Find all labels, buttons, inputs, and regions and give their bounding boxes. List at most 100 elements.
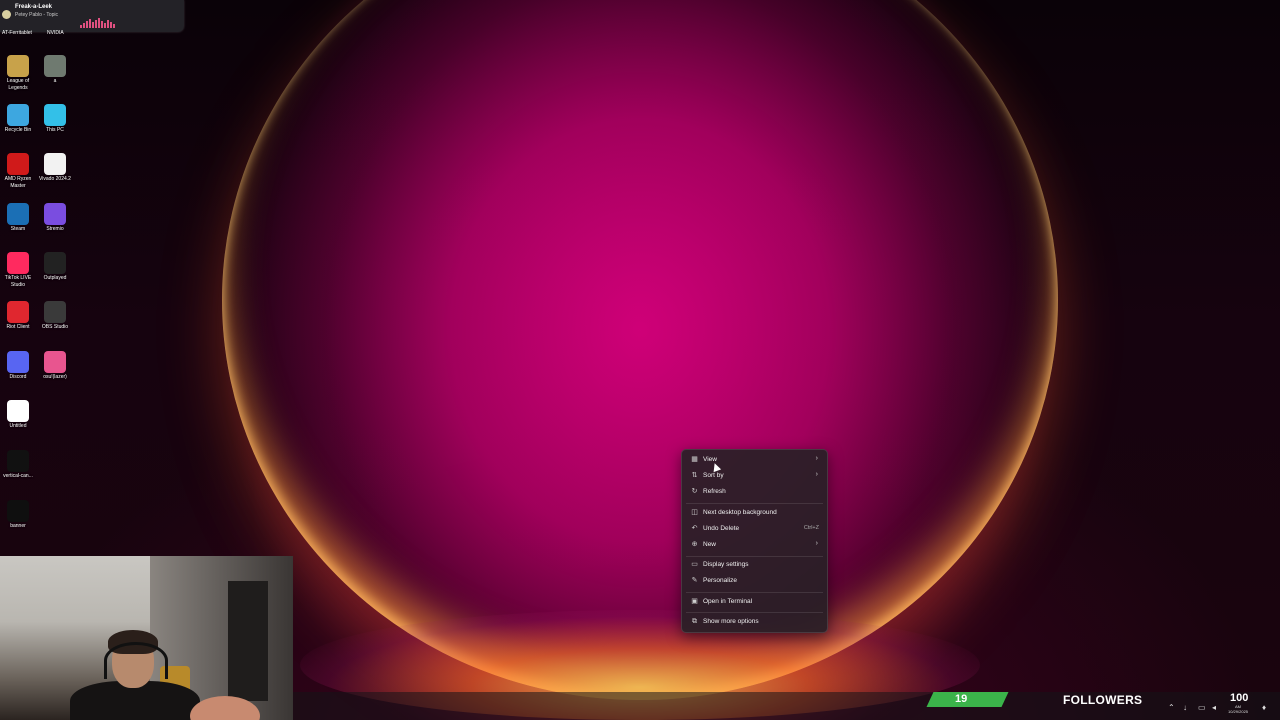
audio-visualizer [80, 18, 118, 28]
desktop-icon[interactable]: Stremio [37, 203, 73, 233]
shortcut-label: Ctrl+Z [803, 525, 819, 531]
desktop-icon-label: Vivado 2024.2 [39, 176, 71, 182]
menu-item-sort-by[interactable]: ⇅ Sort by › [686, 469, 823, 483]
music-widget[interactable]: Freak-a-Leek Petey Pablo - Topic [0, 0, 184, 32]
menu-divider [686, 503, 823, 504]
menu-item-label: Undo Delete [703, 525, 740, 532]
recycle-bin-icon [7, 104, 29, 126]
desktop-icon[interactable]: Recycle Bin [0, 104, 36, 134]
tray-speaker-icon[interactable]: ◂ [1212, 703, 1216, 712]
notification-bell-icon[interactable]: ♦ [1262, 703, 1266, 712]
display-icon: ▭ [691, 561, 698, 568]
tray-download-icon[interactable]: ↓ [1183, 703, 1187, 712]
menu-item-show-more-options[interactable]: ⧉ Show more options [686, 615, 823, 629]
menu-item-label: Display settings [703, 561, 749, 568]
desktop-icon-label: Recycle Bin [4, 127, 32, 133]
new-icon: ⊕ [691, 541, 698, 548]
tiktok-icon [7, 252, 29, 274]
desktop-icon-label: a [53, 78, 57, 84]
chevron-right-icon: › [815, 455, 818, 462]
desktop-icon-label: Riot Client [6, 324, 30, 330]
document-icon [7, 400, 29, 422]
desktop-icon[interactable]: Discord [0, 351, 36, 381]
desktop-icon[interactable]: TikTok LIVE Studio [0, 252, 36, 289]
sort-icon: ⇅ [691, 472, 698, 479]
terminal-icon: ▣ [691, 598, 698, 605]
followers-goal: 100 [1230, 692, 1249, 704]
menu-item-undo-delete[interactable]: ↶ Undo Delete Ctrl+Z [686, 522, 823, 536]
monitor-icon [44, 104, 66, 126]
desktop-icon[interactable]: OBS Studio [37, 301, 73, 331]
menu-item-label: New [703, 541, 717, 548]
refresh-icon: ↻ [691, 488, 698, 495]
riot-icon [7, 301, 29, 323]
menu-item-view[interactable]: ▦ View › [686, 453, 823, 467]
desktop-icon[interactable]: Untitled [0, 400, 36, 430]
desktop-icon[interactable]: League of Legends [0, 55, 36, 92]
menu-item-new[interactable]: ⊕ New › [686, 538, 823, 552]
followers-progress-bar [926, 692, 1009, 707]
clock-date: 10/29/2025 [1228, 709, 1249, 714]
background-icon: ◫ [691, 509, 698, 516]
menu-item-personalize[interactable]: ✎ Personalize [686, 574, 823, 588]
menu-item-refresh[interactable]: ↻ Refresh [686, 485, 823, 499]
desktop-icon[interactable]: Steam [0, 203, 36, 233]
view-icon: ▦ [691, 456, 698, 463]
desktop-icon-label: vertical-can... [3, 473, 33, 479]
tray-display-icon[interactable]: ▭ [1198, 703, 1206, 712]
desktop-icon[interactable]: Riot Client [0, 301, 36, 331]
personalize-icon: ✎ [691, 577, 698, 584]
vivado-icon [44, 153, 66, 175]
desktop-icon[interactable]: Outplayed [37, 252, 73, 282]
followers-label: FOLLOWERS [1063, 693, 1143, 707]
stremio-icon [44, 203, 66, 225]
menu-item-label: Show more options [703, 618, 759, 625]
desktop-icon[interactable]: vertical-can... [0, 450, 36, 480]
menu-item-display-settings[interactable]: ▭ Display settings [686, 558, 823, 572]
desktop-icon-label: banner [10, 523, 26, 529]
desktop-icon-label: Discord [9, 374, 27, 380]
more-options-icon: ⧉ [692, 618, 697, 625]
menu-divider [686, 612, 823, 613]
menu-item-label: Sort by [703, 472, 724, 479]
music-artist: Petey Pablo - Topic [15, 12, 58, 18]
taskbar-clock[interactable]: AM 10/29/2025 [1228, 704, 1248, 714]
desktop-icon-label: TikTok LIVE Studio [4, 275, 32, 288]
chevron-right-icon: › [815, 540, 818, 547]
league-icon [7, 55, 29, 77]
ryzen-icon [7, 153, 29, 175]
image-file-icon [7, 450, 29, 472]
desktop-icon-label: AMD Ryzen Master [4, 176, 32, 189]
desktop-icon-label: Stremio [46, 226, 64, 232]
desktop-icon-label: AT-Ferritablet [2, 30, 32, 36]
tray-chevron-icon[interactable]: ⌃ [1168, 703, 1175, 712]
osu-icon [44, 351, 66, 373]
menu-item-label: Open in Terminal [703, 598, 753, 605]
desktop-icon-label: Untitled [9, 423, 27, 429]
desktop-icon-label: Outplayed [43, 275, 67, 281]
chevron-right-icon: › [815, 471, 818, 478]
desktop-icon[interactable]: banner [0, 500, 36, 530]
desktop-icon[interactable]: osu!(lazer) [37, 351, 73, 381]
desktop-icon[interactable]: Vivado 2024.2 [37, 153, 73, 183]
menu-divider [686, 556, 823, 557]
menu-item-open-terminal[interactable]: ▣ Open in Terminal [686, 595, 823, 609]
followers-count: 19 [955, 693, 968, 705]
desktop-icon-label: Steam [10, 226, 26, 232]
discord-icon [7, 351, 29, 373]
desktop-icon[interactable]: AMD Ryzen Master [0, 153, 36, 190]
desktop-icon-label: This PC [46, 127, 64, 133]
menu-item-next-background[interactable]: ◫ Next desktop background [686, 506, 823, 520]
desktop-icon-label: NVIDIA [47, 30, 64, 36]
banner-file-icon [7, 500, 29, 522]
music-title: Freak-a-Leek [15, 4, 53, 10]
desktop-icon-label: OBS Studio [41, 324, 69, 330]
webcam-overlay [0, 556, 293, 720]
music-disc-icon [2, 10, 11, 19]
steam-icon [7, 203, 29, 225]
desktop-icon[interactable]: a [37, 55, 73, 85]
gpu-icon [44, 55, 66, 77]
undo-icon: ↶ [691, 525, 698, 532]
obs-icon [44, 301, 66, 323]
desktop-icon[interactable]: This PC [37, 104, 73, 134]
